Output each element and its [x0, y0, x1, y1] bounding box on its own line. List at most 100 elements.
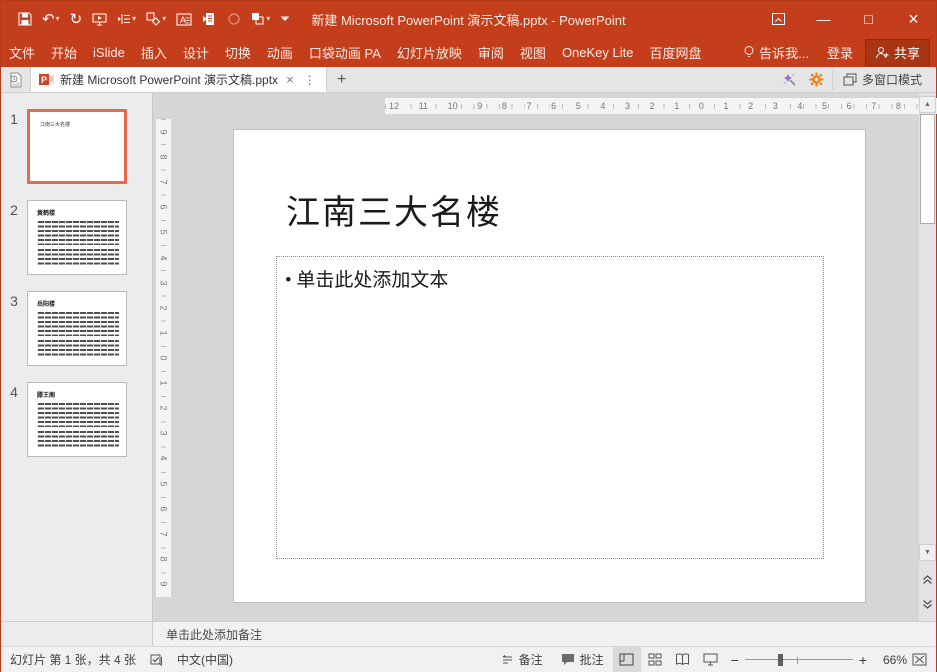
tab-baidu-netdisk[interactable]: 百度网盘: [641, 43, 709, 62]
slide-thumbnail-2[interactable]: 黄鹤楼: [27, 200, 127, 275]
share-button[interactable]: 共享: [865, 39, 930, 66]
tab-design[interactable]: 设计: [175, 43, 217, 62]
tab-insert[interactable]: 插入: [133, 43, 175, 62]
vruler-mark: 8: [158, 556, 168, 561]
shapes-icon[interactable]: ▾: [143, 10, 169, 28]
normal-view-button[interactable]: [613, 647, 641, 672]
vruler-mark: 3: [158, 280, 168, 285]
text-box-icon[interactable]: A: [173, 11, 195, 28]
scrollbar-thumb[interactable]: [920, 114, 935, 224]
recent-files-icon[interactable]: [1, 67, 31, 92]
tab-transitions[interactable]: 切换: [217, 43, 259, 62]
slide-show-button[interactable]: [697, 647, 725, 672]
fit-slide-to-window-icon[interactable]: [907, 653, 936, 666]
thumbnail-body-text: [37, 340, 119, 357]
thumbnail-body-text: [37, 312, 119, 336]
arrange-icon[interactable]: ▾: [248, 10, 273, 28]
magic-wand-icon[interactable]: [776, 69, 802, 91]
slide-title-text[interactable]: 江南三大名楼: [286, 185, 502, 234]
settings-gear-icon[interactable]: [804, 69, 830, 91]
document-tab[interactable]: P 新建 Microsoft PowerPoint 演示文稿.pptx × ⋮: [31, 67, 327, 92]
spell-check-icon[interactable]: [145, 647, 168, 672]
tab-review[interactable]: 审阅: [470, 43, 512, 62]
vruler-mark: 5: [158, 230, 168, 235]
ribbon-tab-row: 文件开始iSlide插入设计切换动画口袋动画 PA幻灯片放映审阅视图OneKey…: [1, 37, 936, 67]
multi-window-icon: [843, 73, 857, 86]
undo-icon[interactable]: ↶▾: [39, 10, 63, 29]
multi-window-mode-button[interactable]: 多窗口模式: [832, 70, 928, 90]
vruler-mark: 4: [158, 255, 168, 260]
thumbnail-body-text: [37, 431, 119, 448]
tab-view[interactable]: 视图: [512, 43, 554, 62]
vruler-mark: 7: [158, 531, 168, 536]
tab-animations[interactable]: 动画: [259, 43, 301, 62]
slide-thumbnail-panel: 1江南三大名楼2黄鹤楼3岳阳楼4滕王阁: [1, 93, 153, 621]
slide-number: 3: [1, 291, 27, 366]
zoom-controls: − +: [725, 652, 873, 668]
minimize-icon[interactable]: —: [801, 1, 846, 37]
vruler-mark: 0: [158, 355, 168, 360]
slide-sorter-view-button[interactable]: [641, 647, 669, 672]
svg-text:P: P: [41, 75, 47, 85]
lightbulb-icon: [743, 45, 755, 59]
tab-home[interactable]: 开始: [43, 43, 85, 62]
vruler-mark: 6: [158, 506, 168, 511]
vruler-mark: 6: [158, 205, 168, 210]
tab-pocket-animation-pa[interactable]: 口袋动画 PA: [301, 43, 389, 62]
notes-toggle-button[interactable]: 备注: [492, 647, 552, 672]
scroll-up-icon[interactable]: ▲: [919, 96, 936, 113]
redo-icon[interactable]: ↻: [67, 10, 86, 29]
maximize-icon[interactable]: □: [846, 1, 891, 37]
zoom-level[interactable]: 66%: [873, 653, 907, 667]
horizontal-ruler: 1211109876543210123456789101112: [385, 98, 937, 114]
start-from-beginning-icon[interactable]: [89, 10, 110, 28]
hruler-mark: 6: [846, 101, 853, 111]
hruler-mark: 2: [649, 101, 656, 111]
thumbnail-title: 江南三大名楼: [40, 121, 124, 128]
list-indent-icon[interactable]: ▾: [114, 10, 139, 28]
customize-quick-access-toolbar-icon[interactable]: [277, 11, 293, 27]
tab-onekey-lite[interactable]: OneKey Lite: [554, 45, 642, 60]
slide-thumbnail-4[interactable]: 滕王阁: [27, 382, 127, 457]
save-icon[interactable]: [15, 10, 35, 28]
slide-thumbnail-3[interactable]: 岳阳楼: [27, 291, 127, 366]
slide-number: 2: [1, 200, 27, 275]
slide-number: 4: [1, 382, 27, 457]
notes-placeholder[interactable]: 单击此处添加备注: [153, 626, 262, 643]
tab-islide[interactable]: iSlide: [85, 45, 133, 60]
hruler-mark: 2: [747, 101, 754, 111]
close-icon[interactable]: ×: [891, 1, 936, 37]
tab-close-icon[interactable]: ×: [284, 72, 296, 87]
slide-thumbnail-1[interactable]: 江南三大名楼: [27, 109, 127, 184]
sign-in-button[interactable]: 登录: [817, 43, 863, 62]
content-placeholder[interactable]: • 单击此处添加文本: [276, 256, 824, 559]
zoom-in-button[interactable]: +: [859, 652, 867, 668]
next-slide-icon[interactable]: [921, 596, 934, 612]
zoom-out-button[interactable]: −: [731, 652, 739, 668]
thumbnail-body-text: [37, 249, 119, 266]
vruler-mark: 1: [158, 381, 168, 386]
tab-more-icon[interactable]: ⋮: [302, 73, 318, 87]
scroll-down-icon[interactable]: ▼: [919, 544, 936, 561]
comments-toggle-button[interactable]: 批注: [552, 647, 613, 672]
hruler-mark: 6: [550, 101, 557, 111]
zoom-slider-thumb[interactable]: [778, 654, 783, 666]
hruler-mark: 4: [599, 101, 606, 111]
thumbnail-title: 岳阳楼: [37, 299, 126, 308]
placeholder-text: 单击此处添加文本: [296, 270, 448, 291]
reading-view-button[interactable]: [669, 647, 697, 672]
hruler-mark: 12: [388, 101, 400, 111]
tab-file[interactable]: 文件: [1, 43, 43, 62]
notes-icon: [501, 654, 514, 666]
tell-me-box[interactable]: 告诉我...: [735, 43, 817, 62]
previous-slide-icon[interactable]: [921, 571, 934, 587]
language-indicator[interactable]: 中文(中国): [168, 647, 242, 672]
vertical-scrollbar: ▲ ▼: [919, 93, 936, 621]
slide-pane-icon[interactable]: [199, 10, 220, 28]
ribbon-display-options-icon[interactable]: [756, 1, 801, 37]
slide-canvas[interactable]: 江南三大名楼 • 单击此处添加文本: [233, 129, 866, 603]
tab-slide-show[interactable]: 幻灯片放映: [389, 43, 470, 62]
zoom-slider[interactable]: [745, 653, 853, 667]
new-tab-icon[interactable]: +: [327, 67, 357, 92]
hruler-mark: 5: [575, 101, 582, 111]
